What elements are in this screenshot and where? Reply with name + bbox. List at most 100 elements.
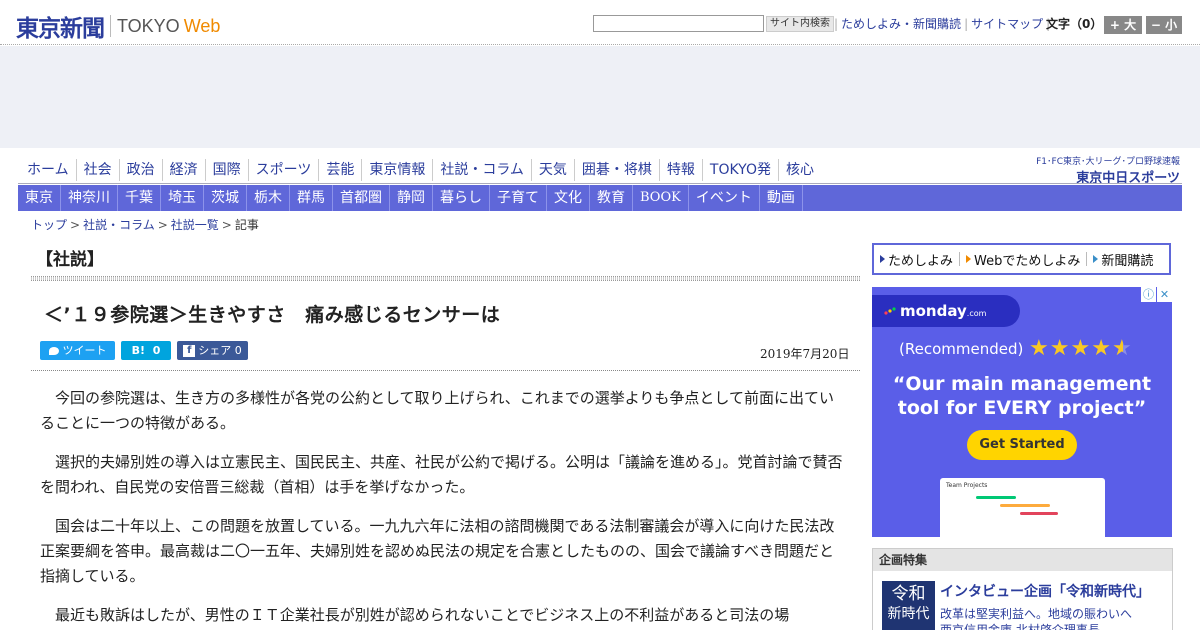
font-smaller-button[interactable]: − 小: [1146, 16, 1182, 34]
sidebar-link-label: ためしよみ: [888, 253, 954, 269]
site-header: 東京新聞 TOKYO Web サイト内検索 | ためしよみ・新聞購読 | サイト…: [0, 0, 1200, 45]
nav-tokyo-info[interactable]: 東京情報: [361, 159, 432, 181]
facebook-share-button[interactable]: f シェア 0: [177, 341, 248, 360]
star-icon: ★: [1070, 336, 1091, 361]
sidebar-subscribe-links: ためしよみ Webでためしよみ 新聞購読: [872, 243, 1171, 275]
ad-get-started-button[interactable]: Get Started: [967, 430, 1077, 460]
nav-editorial-column[interactable]: 社説・コラム: [432, 159, 531, 181]
star-icon: ★: [1091, 336, 1111, 361]
ad-shot-bar: [1000, 504, 1050, 507]
nav-video[interactable]: 動画: [760, 185, 803, 211]
nav-world[interactable]: 国際: [204, 159, 248, 181]
font-bigger-button[interactable]: + 大: [1104, 16, 1142, 34]
nav-education[interactable]: 教育: [590, 185, 633, 211]
nav-metropolitan[interactable]: 首都圏: [333, 185, 390, 211]
tweet-label: ツイート: [62, 344, 107, 357]
nav-shizuoka[interactable]: 静岡: [390, 185, 433, 211]
sidebar-link-label: Webでためしよみ: [974, 253, 1081, 269]
nav-sports[interactable]: スポーツ: [247, 159, 319, 181]
header-links: | ためしよみ・新聞購読 | サイトマップ |: [834, 16, 1050, 32]
logo-jp: 東京新聞: [16, 15, 105, 42]
nav-politics[interactable]: 政治: [118, 159, 162, 181]
star-icon: ★: [1049, 336, 1070, 361]
nav-events[interactable]: イベント: [689, 185, 760, 211]
nav-saitama[interactable]: 埼玉: [161, 185, 204, 211]
adchoices-close-icon[interactable]: ✕: [1157, 287, 1172, 302]
ad-recommended: (Recommended): [899, 340, 1024, 358]
nav-living[interactable]: 暮らし: [433, 185, 490, 211]
breadcrumb-separator: >: [70, 218, 81, 232]
feature-thumbnail[interactable]: 令和 新時代: [882, 581, 935, 630]
feature-subtitle[interactable]: 改革は堅実利益へ。地域の賑わいへ 西京信用金庫 北村啓介理事長: [940, 606, 1170, 630]
nav-gunma[interactable]: 群馬: [290, 185, 333, 211]
hatena-b-icon: B!: [131, 344, 146, 357]
nav-home[interactable]: ホーム: [20, 159, 76, 181]
search-input[interactable]: [593, 15, 764, 32]
facebook-share-label: シェア: [198, 344, 232, 357]
search-button[interactable]: サイト内検索: [766, 16, 834, 32]
nav-society[interactable]: 社会: [75, 159, 119, 181]
nav-entertainment[interactable]: 芸能: [318, 159, 361, 181]
nav-tokyo[interactable]: 東京: [18, 185, 61, 211]
nav-parenting[interactable]: 子育て: [490, 185, 547, 211]
ad-shot-bar: [976, 496, 1016, 499]
adchoices-info-icon[interactable]: ⓘ: [1141, 287, 1156, 302]
nav-ibaraki[interactable]: 茨城: [204, 185, 247, 211]
nav-go-shogi[interactable]: 囲碁・将棋: [573, 159, 659, 181]
article-paragraph: 今回の参院選は、生き方の多様性が各党の公約として取り上げられ、これまでの選挙より…: [40, 389, 834, 432]
logo-divider: [110, 15, 111, 37]
article-headline: ＜’１９参院選＞生きやすさ 痛み感じるセンサーは: [44, 304, 501, 326]
facebook-f-icon: f: [183, 345, 196, 357]
nav-chiba[interactable]: 千葉: [118, 185, 161, 211]
breadcrumb-separator: >: [157, 218, 168, 232]
chunichi-tagline: F1･FC東京･大リーグ･プロ野球速報: [1036, 157, 1180, 167]
facebook-count: 0: [234, 344, 242, 357]
article-divider: [31, 370, 860, 371]
sidebar-link-web-trial[interactable]: Webでためしよみ: [959, 252, 1086, 269]
tweet-button[interactable]: ツイート: [40, 341, 115, 360]
twitter-bird-icon: [48, 347, 59, 355]
sidebar-link-subscribe[interactable]: 新聞購読: [1086, 252, 1159, 269]
triangle-icon: [1093, 255, 1099, 263]
star-half-icon: ★: [1111, 336, 1132, 361]
ad-shot-bar: [1020, 512, 1058, 515]
adchoices[interactable]: ⓘ ✕: [1140, 287, 1172, 302]
article-paragraph: 最近も敗訴はしたが、男性のＩＴ企業社長が別姓が認められないことでビジネス上の不利…: [55, 606, 790, 624]
sidebar-ad[interactable]: monday.com ⓘ ✕ (Recommended) ★ ★ ★ ★ ★ “Our …: [872, 287, 1172, 537]
section-label: 【社説】: [36, 250, 104, 270]
nav-book[interactable]: BOOK: [633, 185, 689, 211]
article-paragraph: 選択的夫婦別姓の導入は立憲民主、国民民主、共産、社民が公約で掲げる。公明は「議論…: [40, 453, 843, 496]
header-link-sitemap[interactable]: サイトマップ: [968, 16, 1046, 32]
article-body: 今回の参院選は、生き方の多様性が各党の公約として取り上げられ、これまでの選挙より…: [40, 386, 845, 630]
nav-economy[interactable]: 経済: [161, 159, 205, 181]
ad-product-screenshot: Team Projects: [940, 478, 1105, 537]
feature-thumb-line1: 令和: [891, 584, 926, 604]
sidebar-link-trial[interactable]: ためしよみ: [874, 252, 959, 269]
regional-nav: 東京 神奈川 千葉 埼玉 茨城 栃木 群馬 首都圏 静岡 暮らし 子育て 文化 …: [18, 185, 1182, 211]
star-icon: ★: [1029, 336, 1049, 361]
nav-kanagawa[interactable]: 神奈川: [61, 185, 118, 211]
site-logo[interactable]: 東京新聞 TOKYO Web: [16, 9, 220, 43]
chunichi-sports-link[interactable]: F1･FC東京･大リーグ･プロ野球速報 東京中日スポーツ: [1026, 154, 1180, 186]
nav-culture[interactable]: 文化: [547, 185, 590, 211]
ad-brand-logo: monday.com: [872, 295, 1020, 327]
breadcrumb-separator: >: [221, 218, 232, 232]
feature-thumb-line2: 新時代: [887, 606, 930, 622]
nav-tochigi[interactable]: 栃木: [247, 185, 290, 211]
logo-en: TOKYO: [117, 15, 180, 36]
breadcrumb-editorial-list[interactable]: 社説一覧: [171, 218, 219, 232]
hatena-bookmark-button[interactable]: B! 0: [121, 341, 171, 360]
font-size-label: 文字（0）: [1046, 17, 1103, 31]
section-divider: [31, 276, 860, 281]
nav-special-report[interactable]: 特報: [658, 159, 702, 181]
article-paragraph: 国会は二十年以上、この問題を放置している。一九九六年に法相の諮問機関である法制審…: [40, 517, 835, 585]
nav-weather[interactable]: 天気: [530, 159, 574, 181]
header-link-trial-subscribe[interactable]: ためしよみ・新聞購読: [838, 16, 964, 32]
monday-logo-icon: [884, 307, 896, 315]
nav-tokyo-hatsu[interactable]: TOKYO発: [701, 159, 778, 181]
breadcrumb-current: 記事: [234, 218, 259, 232]
nav-core[interactable]: 核心: [777, 159, 821, 181]
feature-title[interactable]: インタビュー企画「令和新時代」: [940, 581, 1150, 601]
breadcrumb-top[interactable]: トップ: [31, 218, 67, 232]
breadcrumb-editorial-column[interactable]: 社説・コラム: [83, 218, 155, 232]
